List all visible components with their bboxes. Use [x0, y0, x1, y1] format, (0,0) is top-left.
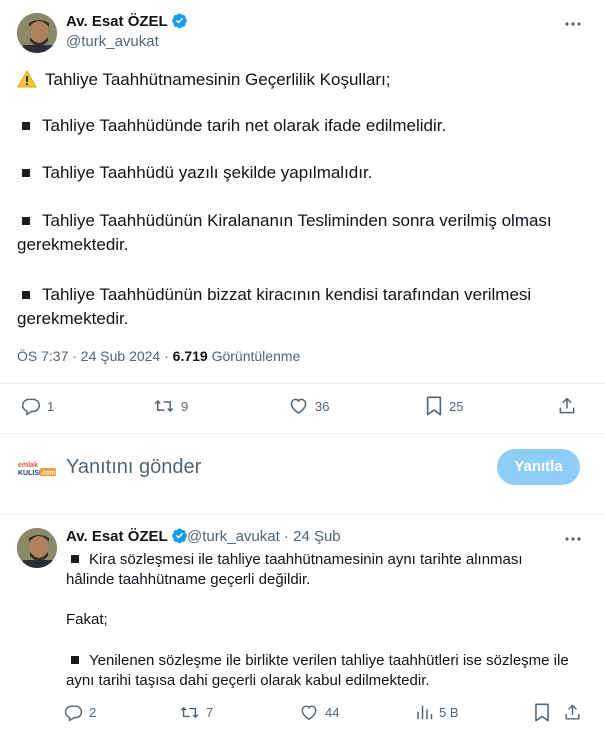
views-button[interactable]: 5 B — [415, 703, 459, 722]
share-button[interactable] — [563, 703, 582, 722]
retweet-button[interactable]: 7 — [179, 703, 213, 722]
tweet-timestamp[interactable]: ÖS 7:37 · 24 Şub 2024 · — [17, 348, 169, 364]
bookmark-icon — [535, 703, 549, 722]
verified-badge-icon — [171, 13, 187, 29]
warning-icon — [17, 70, 37, 88]
retweet-button[interactable]: 9 — [153, 396, 188, 416]
bookmark-icon — [426, 396, 442, 416]
bullet-square-icon — [22, 290, 30, 299]
bullet-square-icon — [22, 216, 30, 225]
reply-author-name-text: Av. Esat ÖZEL — [66, 528, 168, 545]
bullet-square-icon — [22, 168, 30, 177]
bar-chart-icon — [417, 705, 433, 720]
svg-text:KULISI: KULISI — [18, 470, 41, 477]
bullet-square-icon — [22, 121, 30, 130]
svg-text:emlak: emlak — [18, 462, 38, 469]
share-icon — [559, 397, 575, 414]
avatar[interactable] — [17, 13, 57, 53]
tweet-bullet-line: Tahliye Taahhüdünün bizzat kiracının ken… — [17, 283, 531, 307]
reply-line-continued: hâlinde taahhütname geçerli değildir. — [66, 571, 311, 588]
retweet-icon — [154, 400, 174, 412]
share-button[interactable] — [557, 396, 577, 416]
author-name[interactable]: Av. Esat ÖZEL — [66, 12, 188, 32]
bookmark-button[interactable] — [534, 703, 550, 722]
tweet-bullet-line: Tahliye Taahhüdünde tarih net olarak ifa… — [17, 114, 446, 138]
author-handle[interactable]: @turk_avukat — [66, 32, 159, 52]
views-count: 6.719 — [172, 348, 208, 364]
reply-input[interactable]: Yanıtını gönder — [66, 455, 201, 479]
reply-bullet-line: Yenilenen sözleşme ile birlikte verilen … — [66, 651, 569, 671]
more-options-icon[interactable] — [563, 529, 583, 549]
heart-icon — [301, 705, 317, 721]
bookmark-button[interactable]: 25 — [425, 396, 463, 416]
reply-icon — [21, 398, 41, 416]
views-label: Görüntülenme — [211, 348, 301, 364]
retweet-count: 9 — [181, 398, 189, 414]
heart-icon — [290, 398, 307, 414]
reply-button[interactable]: 2 — [64, 703, 96, 722]
svg-text:.com: .com — [41, 471, 55, 477]
reply-bullet-line: Kira sözleşmesi ile tahliye taahhütnames… — [66, 550, 523, 570]
reply-count: 2 — [89, 705, 97, 720]
tweet-bullet-text: Tahliye Taahhüdü yazılı şekilde yapılmal… — [42, 163, 373, 182]
bullet-square-icon — [71, 555, 79, 564]
reply-count: 1 — [47, 398, 55, 414]
author-name-text: Av. Esat ÖZEL — [66, 13, 168, 30]
reply-avatar[interactable] — [17, 528, 57, 568]
reply-handle[interactable]: @turk_avukat · 24 Şub — [187, 527, 341, 547]
reply-bullet-text: Kira sözleşmesi ile tahliye taahhütnames… — [89, 551, 523, 568]
divider — [0, 514, 605, 515]
retweet-count: 7 — [206, 705, 214, 720]
share-icon — [565, 704, 580, 720]
bookmark-count: 25 — [449, 398, 464, 414]
like-button[interactable]: 36 — [288, 396, 329, 416]
reply-line: Fakat; — [66, 611, 108, 628]
like-count: 36 — [315, 398, 330, 414]
reply-author-name[interactable]: Av. Esat ÖZEL — [66, 527, 188, 547]
reply-submit-button[interactable]: Yanıtla — [497, 449, 580, 485]
tweet-bullet-line-continued: gerekmektedir. — [17, 309, 129, 328]
tweet-bullet-line-continued: gerekmektedir. — [17, 235, 129, 254]
more-options-icon[interactable] — [563, 14, 583, 34]
like-count: 44 — [325, 705, 340, 720]
tweet-bullet-text: Tahliye Taahhüdünde tarih net olarak ifa… — [42, 116, 447, 135]
bullet-square-icon — [71, 656, 79, 665]
tweet-meta: ÖS 7:37 · 24 Şub 2024 · 6.719 Görüntülen… — [17, 346, 300, 366]
reply-icon — [64, 705, 83, 722]
user-logo: emlak KULISI .com — [17, 459, 57, 479]
retweet-icon — [180, 707, 199, 718]
tweet-heading-text: Tahliye Taahhütnamesinin Geçerlilik Koşu… — [45, 70, 391, 89]
tweet-bullet-line: Tahliye Taahhüdünün Kiralananın Teslimin… — [17, 209, 552, 233]
reply-bullet-text: Yenilenen sözleşme ile birlikte verilen … — [89, 652, 569, 669]
views-count: 5 B — [439, 705, 459, 720]
divider — [0, 383, 605, 384]
reply-line-continued: aynı tarihi taşısa dahi geçerli olarak k… — [66, 672, 430, 689]
tweet-bullet-line: Tahliye Taahhüdü yazılı şekilde yapılmal… — [17, 161, 372, 185]
like-button[interactable]: 44 — [299, 703, 339, 722]
divider — [0, 433, 605, 434]
tweet-bullet-text: Tahliye Taahhüdünün bizzat kiracının ken… — [42, 285, 532, 304]
reply-button[interactable]: 1 — [21, 396, 54, 416]
verified-badge-icon — [171, 528, 187, 544]
tweet-heading-line: Tahliye Taahhütnamesinin Geçerlilik Koşu… — [17, 68, 391, 92]
tweet-bullet-text: Tahliye Taahhüdünün Kiralananın Teslimin… — [42, 211, 552, 230]
